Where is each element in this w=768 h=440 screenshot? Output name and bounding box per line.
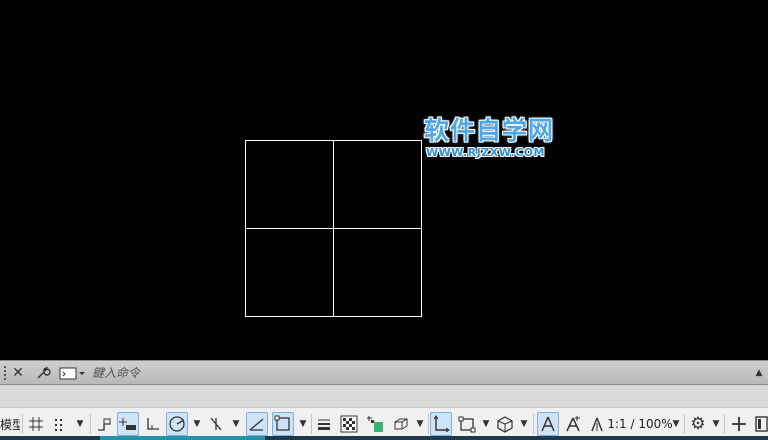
chevron-up-icon[interactable]: ▲ [752, 361, 766, 384]
object-snap-tracking-icon[interactable] [246, 412, 268, 436]
chevron-down-icon[interactable]: ▼ [74, 412, 86, 436]
close-icon[interactable]: ✕ [10, 361, 26, 384]
object-snap-icon[interactable] [272, 412, 294, 436]
wrench-icon[interactable] [32, 361, 54, 384]
gizmo-icon[interactable] [494, 412, 516, 436]
chevron-down-icon[interactable]: ▼ [230, 412, 242, 436]
watermark-url: WWW.RJZXW.COM [426, 146, 545, 159]
chevron-down-icon[interactable]: ▼ [518, 412, 530, 436]
taskbar-active-strip [100, 436, 265, 440]
watermark: 软件自学网 WWW.RJZXW.COM [424, 117, 574, 165]
divider [684, 414, 685, 434]
chevron-down-icon[interactable]: ▼ [710, 412, 722, 436]
divider [22, 414, 23, 434]
annotation-scale-icon[interactable] [587, 412, 607, 436]
selection-filtering-icon[interactable] [456, 412, 478, 436]
grip-handle-icon[interactable] [2, 361, 8, 384]
command-prompt-icon[interactable] [58, 361, 88, 384]
command-line-bar: ✕ ▲ [0, 360, 768, 385]
command-input[interactable] [92, 364, 692, 382]
divider [724, 414, 725, 434]
annotation-scale-text: 1:1 / 100% [607, 417, 673, 431]
panel-gap [0, 385, 768, 407]
chevron-down-icon[interactable]: ▼ [297, 412, 309, 436]
polar-tracking-icon[interactable] [166, 412, 188, 436]
divider [311, 414, 312, 434]
taskbar-strip [265, 436, 768, 440]
drawing-canvas[interactable]: 软件自学网 WWW.RJZXW.COM [0, 0, 768, 360]
grid-icon[interactable] [26, 412, 46, 436]
snap-mode-icon[interactable] [50, 412, 70, 436]
3d-object-snap-icon[interactable] [390, 412, 412, 436]
customization-icon[interactable] [753, 412, 768, 436]
divider [428, 414, 429, 434]
chevron-down-icon[interactable]: ▼ [191, 412, 203, 436]
drawing-svg [245, 140, 422, 317]
chevron-down-icon[interactable]: ▼ [670, 412, 682, 436]
workspace-gear-icon[interactable]: ⚙ [688, 412, 708, 436]
chevron-down-icon[interactable]: ▼ [480, 412, 492, 436]
plus-icon[interactable] [728, 412, 750, 436]
model-tab[interactable]: 模型 [0, 414, 20, 434]
taskbar-strip [0, 436, 100, 440]
lineweight-icon[interactable] [314, 412, 334, 436]
ortho-mode-icon[interactable] [143, 412, 163, 436]
transparency-icon[interactable] [338, 412, 360, 436]
auto-scale-icon[interactable] [563, 412, 583, 436]
selection-cycling-icon[interactable] [364, 412, 386, 436]
divider [533, 414, 534, 434]
infer-constraints-icon[interactable] [94, 412, 114, 436]
dynamic-ucs-icon[interactable] [430, 412, 452, 436]
annotation-scale-value[interactable]: 1:1 / 100% [607, 412, 673, 436]
annotation-visibility-icon[interactable] [537, 412, 559, 436]
watermark-title: 软件自学网 [424, 116, 555, 145]
divider [90, 414, 91, 434]
dynamic-input-icon[interactable] [117, 412, 139, 436]
chevron-down-icon[interactable]: ▼ [414, 412, 426, 436]
isometric-drafting-icon[interactable] [206, 412, 226, 436]
